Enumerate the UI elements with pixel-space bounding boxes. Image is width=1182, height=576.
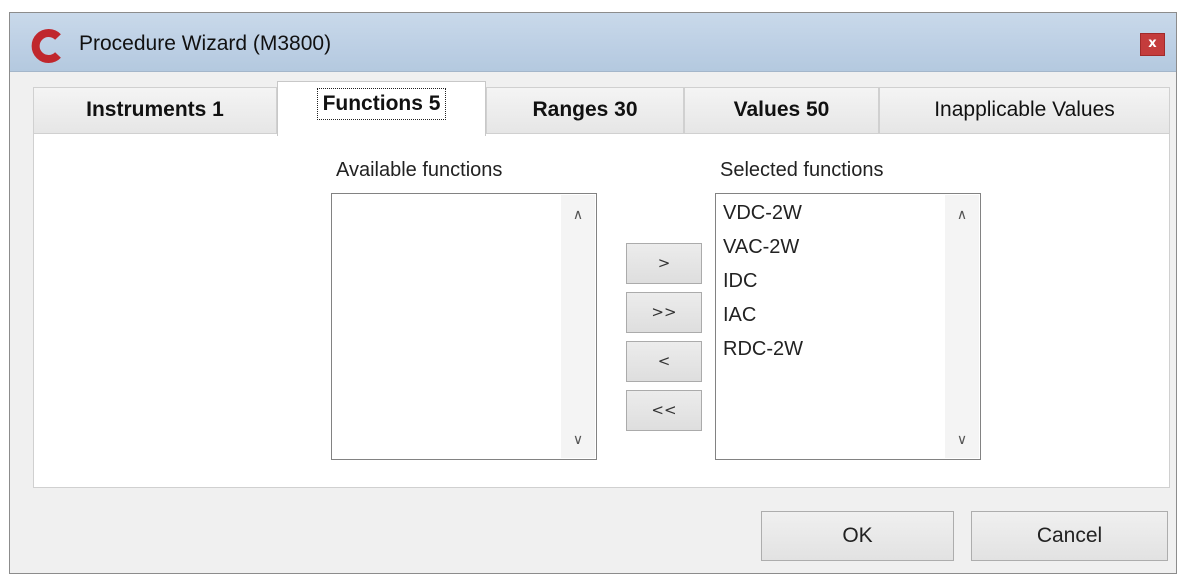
ok-button[interactable]: OK [761, 511, 954, 561]
tab-ranges[interactable]: Ranges 30 [486, 87, 684, 133]
list-item[interactable]: VAC-2W [723, 235, 803, 269]
available-scrollbar[interactable]: ∧ ∨ [561, 195, 595, 458]
available-functions-list[interactable]: ∧ ∨ [331, 193, 597, 460]
list-item[interactable]: VDC-2W [723, 201, 803, 235]
tab-label: Ranges 30 [532, 98, 638, 121]
tab-label: Functions 5 [316, 88, 447, 120]
tab-instruments[interactable]: Instruments 1 [33, 87, 277, 133]
window-title: Procedure Wizard (M3800) [79, 32, 332, 55]
functions-panel: Available functions ∧ ∨ > >> < << Select… [33, 133, 1170, 488]
scroll-up-icon[interactable]: ∧ [945, 207, 979, 223]
procedure-wizard-dialog: Procedure Wizard (M3800) x Instruments 1… [9, 12, 1177, 574]
scroll-up-icon[interactable]: ∧ [561, 207, 595, 223]
close-button[interactable]: x [1140, 33, 1165, 56]
tab-functions[interactable]: Functions 5 [277, 81, 486, 136]
add-all-button[interactable]: >> [626, 292, 702, 333]
tab-label: Values 50 [733, 98, 830, 121]
list-item[interactable]: IAC [723, 303, 803, 337]
c-logo-icon [31, 29, 61, 63]
scroll-down-icon[interactable]: ∨ [945, 432, 979, 448]
list-item[interactable]: IDC [723, 269, 803, 303]
remove-all-button[interactable]: << [626, 390, 702, 431]
selected-functions-label: Selected functions [720, 159, 884, 181]
selected-scrollbar[interactable]: ∧ ∨ [945, 195, 979, 458]
remove-button[interactable]: < [626, 341, 702, 382]
selected-functions-list[interactable]: VDC-2W VAC-2W IDC IAC RDC-2W ∧ ∨ [715, 193, 981, 460]
tab-strip: Instruments 1 Functions 5 Ranges 30 Valu… [33, 81, 1170, 136]
scroll-down-icon[interactable]: ∨ [561, 432, 595, 448]
selected-items: VDC-2W VAC-2W IDC IAC RDC-2W [723, 201, 803, 371]
add-button[interactable]: > [626, 243, 702, 284]
tab-label: Instruments 1 [86, 98, 224, 121]
available-functions-label: Available functions [336, 159, 503, 181]
tab-label: Inapplicable Values [934, 98, 1115, 121]
cancel-button[interactable]: Cancel [971, 511, 1168, 561]
tab-inapplicable-values[interactable]: Inapplicable Values [879, 87, 1170, 133]
list-item[interactable]: RDC-2W [723, 337, 803, 371]
tab-values[interactable]: Values 50 [684, 87, 879, 133]
title-bar[interactable]: Procedure Wizard (M3800) x [10, 13, 1176, 72]
